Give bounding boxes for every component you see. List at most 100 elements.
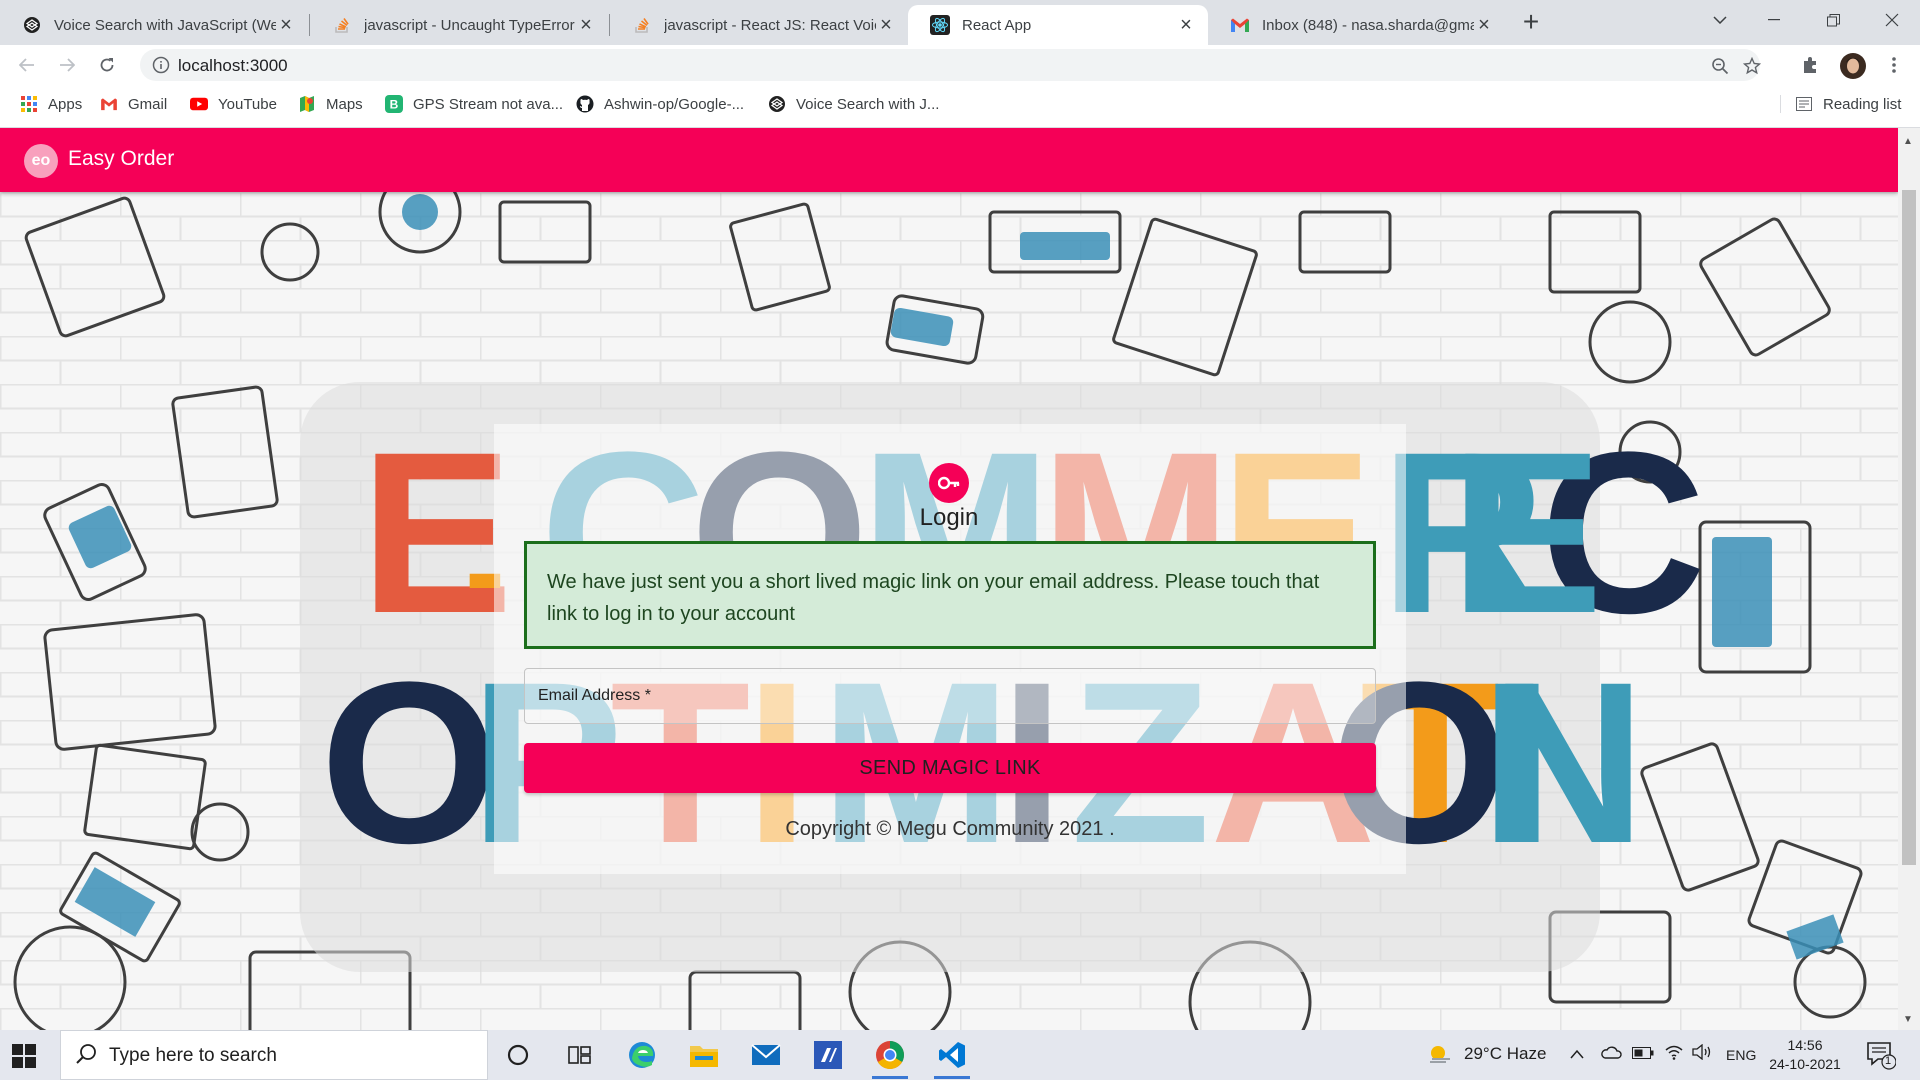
close-tab-icon[interactable]: × — [876, 14, 896, 37]
bookmark-gmail[interactable]: Gmail — [100, 95, 167, 113]
bookmark-gps-stream[interactable]: B GPS Stream not ava... — [385, 95, 563, 113]
browser-tab-active[interactable]: React App × — [908, 5, 1208, 45]
browser-menu-icon[interactable] — [1884, 55, 1904, 75]
tab-title: React App — [962, 16, 1032, 34]
svg-text:E: E — [1450, 404, 1603, 661]
reload-icon[interactable] — [93, 51, 121, 79]
browser-toolbar: localhost:3000 — [0, 45, 1920, 85]
tab-title: javascript - Uncaught TypeError: ( — [364, 16, 576, 34]
close-tab-icon[interactable]: × — [1474, 14, 1494, 37]
app-brand-title[interactable]: Easy Order — [68, 147, 174, 171]
reading-list-button[interactable]: Reading list — [1780, 95, 1901, 113]
page-viewport: eo Easy Order E - R C O T I E O N Login … — [0, 128, 1898, 1030]
forward-arrow-icon[interactable] — [53, 51, 81, 79]
close-tab-icon[interactable]: × — [276, 14, 296, 37]
windows-start-icon[interactable] — [12, 1044, 36, 1068]
browser-tab[interactable]: javascript - React JS: React Voice × — [610, 5, 908, 45]
weather-sun-icon[interactable] — [1426, 1040, 1452, 1071]
gmail-icon — [1230, 15, 1250, 35]
visual-studio-icon[interactable] — [810, 1037, 846, 1073]
search-icon — [75, 1043, 97, 1070]
vscode-icon[interactable] — [934, 1037, 970, 1079]
notifications-icon[interactable]: 1 — [1866, 1040, 1897, 1075]
codepen-icon — [768, 95, 786, 113]
page-scrollbar[interactable]: ▲ ▼ — [1898, 128, 1920, 1030]
browser-tab[interactable]: Voice Search with JavaScript (Wel × — [0, 5, 308, 45]
email-field-label: Email Address * — [538, 687, 651, 704]
bookmark-apps[interactable]: Apps — [20, 95, 82, 113]
tab-search-chevron-icon[interactable] — [1692, 0, 1748, 40]
cortana-icon[interactable] — [500, 1037, 536, 1073]
bookmark-label: Gmail — [128, 95, 168, 113]
input-language[interactable]: ENG — [1726, 1047, 1756, 1063]
browser-tab[interactable]: javascript - Uncaught TypeError: ( × — [310, 5, 608, 45]
tab-strip: Voice Search with JavaScript (Wel × java… — [0, 0, 1920, 45]
svg-text:N: N — [1480, 634, 1646, 891]
zoom-icon[interactable] — [1710, 56, 1730, 76]
show-hidden-icons-chevron-icon[interactable] — [1570, 1044, 1584, 1064]
notification-count: 1 — [1885, 1055, 1892, 1067]
magic-link-success-alert: We have just sent you a short lived magi… — [524, 541, 1376, 649]
bookmark-label: Ashwin-op/Google-... — [604, 95, 745, 113]
chrome-icon[interactable] — [872, 1037, 908, 1079]
back-arrow-icon[interactable] — [13, 51, 41, 79]
tab-title: Voice Search with JavaScript (Wel — [54, 16, 276, 34]
tab-title: javascript - React JS: React Voice — [664, 16, 876, 34]
edge-browser-icon[interactable] — [624, 1037, 660, 1073]
onedrive-cloud-icon[interactable] — [1600, 1044, 1622, 1064]
restore-icon[interactable] — [1805, 0, 1861, 40]
bookmark-youtube[interactable]: YouTube — [190, 95, 277, 113]
stackoverflow-icon — [632, 15, 652, 35]
app-logo[interactable]: eo — [24, 144, 58, 178]
taskbar-search-box[interactable]: Type here to search — [60, 1030, 488, 1080]
battery-icon[interactable] — [1632, 1044, 1654, 1064]
codepen-icon — [22, 15, 42, 35]
key-icon — [929, 463, 969, 503]
scroll-down-arrow-icon[interactable]: ▼ — [1903, 1014, 1913, 1025]
youtube-icon — [190, 95, 208, 113]
new-tab-icon[interactable]: + — [1516, 6, 1546, 38]
wifi-icon[interactable] — [1664, 1044, 1684, 1065]
address-bar[interactable]: localhost:3000 — [140, 49, 1762, 81]
bookmark-star-icon[interactable] — [1742, 56, 1762, 76]
file-explorer-icon[interactable] — [686, 1037, 722, 1073]
svg-text:B: B — [390, 98, 399, 112]
bookmark-label: YouTube — [218, 95, 277, 113]
weather-text[interactable]: 29°C Haze — [1464, 1044, 1546, 1064]
close-window-icon[interactable] — [1864, 0, 1920, 40]
extensions-puzzle-icon[interactable] — [1800, 55, 1820, 75]
maps-icon — [298, 95, 316, 113]
taskbar-clock[interactable]: 14:56 24-10-2021 — [1760, 1036, 1850, 1074]
close-tab-icon[interactable]: × — [1176, 14, 1196, 37]
send-magic-link-button[interactable]: SEND MAGIC LINK — [524, 743, 1376, 793]
bookmarks-bar: Apps Gmail YouTube Maps B GPS Stream not… — [0, 85, 1920, 128]
scroll-up-arrow-icon[interactable]: ▲ — [1903, 136, 1913, 147]
email-field[interactable]: Email Address * — [524, 668, 1376, 724]
bookmark-voice-search[interactable]: Voice Search with J... — [768, 95, 939, 113]
windows-taskbar: Type here to search 29°C Haze ENG 14:56 … — [0, 1030, 1920, 1080]
tab-title: Inbox (848) - nasa.sharda@gmail — [1262, 16, 1474, 34]
bookmark-label: Apps — [48, 95, 83, 113]
clock-time: 14:56 — [1787, 1037, 1823, 1053]
browser-tab[interactable]: Inbox (848) - nasa.sharda@gmail × — [1208, 5, 1506, 45]
minimize-icon[interactable] — [1746, 0, 1802, 40]
url-text: localhost:3000 — [178, 56, 288, 75]
bookmark-label: GPS Stream not ava... — [413, 95, 564, 113]
mail-icon[interactable] — [748, 1037, 784, 1073]
app-header: eo Easy Order — [0, 128, 1898, 192]
profile-avatar[interactable] — [1840, 53, 1866, 79]
bookmark-github[interactable]: Ashwin-op/Google-... — [576, 95, 744, 113]
bookmark-maps[interactable]: Maps — [298, 95, 363, 113]
react-icon — [930, 15, 950, 35]
gmail-icon — [100, 95, 118, 113]
task-view-icon[interactable] — [562, 1037, 598, 1073]
scrollbar-thumb[interactable] — [1902, 190, 1916, 865]
bookmark-b-icon: B — [385, 95, 403, 113]
bookmark-label: Maps — [326, 95, 363, 113]
close-tab-icon[interactable]: × — [576, 14, 596, 37]
site-info-icon[interactable] — [152, 56, 170, 74]
volume-icon[interactable] — [1692, 1043, 1714, 1065]
taskbar-search-placeholder: Type here to search — [109, 1045, 277, 1066]
reading-list-label: Reading list — [1823, 95, 1902, 113]
reading-list-icon — [1795, 95, 1813, 113]
